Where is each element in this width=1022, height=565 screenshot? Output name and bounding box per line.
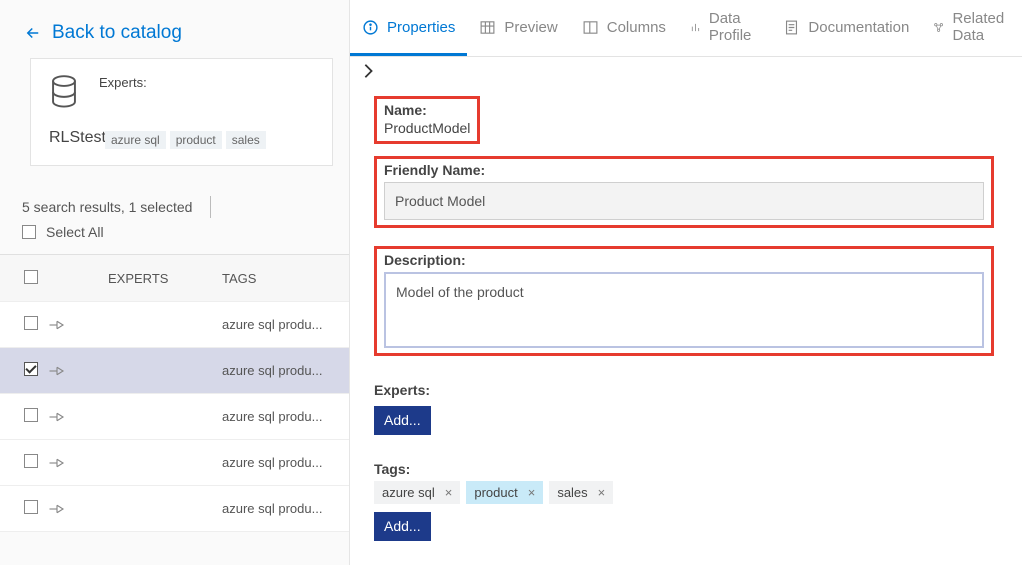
friendly-name-input[interactable]: Product Model <box>384 182 984 220</box>
add-experts-button[interactable]: Add... <box>374 406 431 435</box>
properties-panel: Name: ProductModel Friendly Name: Produc… <box>350 90 1022 565</box>
back-to-catalog-link[interactable]: Back to catalog <box>0 0 349 58</box>
row-checkbox[interactable] <box>24 316 38 330</box>
pin-icon <box>48 364 66 378</box>
experts-label: Experts: <box>374 382 998 398</box>
tab-label: Columns <box>607 19 666 36</box>
tag-text: sales <box>557 485 587 500</box>
table-row[interactable]: azure sql produ... <box>0 486 349 532</box>
card-experts-label: Experts: <box>99 75 147 90</box>
tab-label: Documentation <box>808 19 909 36</box>
tab-columns[interactable]: Columns <box>570 0 678 56</box>
search-meta: 5 search results, 1 selected <box>0 184 349 220</box>
header-checkbox[interactable] <box>24 270 38 284</box>
database-icon <box>49 75 79 109</box>
table-row[interactable]: azure sql produ... <box>0 440 349 486</box>
table-row[interactable]: azure sql produ... <box>0 348 349 394</box>
row-tags: azure sql produ... <box>222 317 349 332</box>
tab-documentation[interactable]: Documentation <box>771 0 921 56</box>
description-input[interactable]: Model of the product <box>384 272 984 348</box>
add-tags-button[interactable]: Add... <box>374 512 431 541</box>
results-table-header: EXPERTS TAGS <box>0 254 349 302</box>
tab-related-data[interactable]: Related Data <box>921 0 1022 56</box>
row-tags: azure sql produ... <box>222 409 349 424</box>
tab-label: Data Profile <box>709 10 760 44</box>
tab-label: Properties <box>387 19 455 36</box>
card-tag[interactable]: sales <box>226 131 266 149</box>
pin-icon <box>48 410 66 424</box>
search-results-text: 5 search results, 1 selected <box>22 199 192 215</box>
tag-text: product <box>474 485 517 500</box>
tab-data-profile[interactable]: Data Profile <box>678 0 771 56</box>
col-tags[interactable]: TAGS <box>222 271 349 286</box>
detail-tabs: Properties Preview Columns Data Profile … <box>350 0 1022 57</box>
collapse-toggle[interactable] <box>350 57 1022 90</box>
right-pane: Properties Preview Columns Data Profile … <box>350 0 1022 565</box>
select-all-checkbox[interactable] <box>22 225 36 239</box>
tag-chip[interactable]: sales × <box>549 481 613 504</box>
name-value: ProductModel <box>384 120 470 136</box>
row-tags: azure sql produ... <box>222 455 349 470</box>
row-checkbox[interactable] <box>24 408 38 422</box>
remove-tag-icon[interactable]: × <box>445 485 453 500</box>
tags-row: azure sql × product × sales × <box>374 481 998 504</box>
tag-text: azure sql <box>382 485 435 500</box>
tab-label: Related Data <box>952 10 1010 44</box>
divider <box>210 196 211 218</box>
tags-label: Tags: <box>374 461 998 477</box>
tab-preview[interactable]: Preview <box>467 0 569 56</box>
table-row[interactable]: azure sql produ... <box>0 302 349 348</box>
row-checkbox[interactable] <box>24 500 38 514</box>
document-icon <box>783 19 800 36</box>
select-all-row: Select All <box>0 220 349 254</box>
grid-icon <box>479 19 496 36</box>
left-pane: Back to catalog Experts: RLStest azure s… <box>0 0 350 565</box>
name-label: Name: <box>384 102 470 118</box>
remove-tag-icon[interactable]: × <box>528 485 536 500</box>
tag-chip[interactable]: product × <box>466 481 543 504</box>
pin-icon <box>48 502 66 516</box>
asset-card: Experts: RLStest azure sql product sales <box>30 58 333 166</box>
col-experts[interactable]: EXPERTS <box>108 271 222 286</box>
description-label: Description: <box>384 252 984 268</box>
info-icon <box>362 19 379 36</box>
select-all-label[interactable]: Select All <box>46 224 104 240</box>
pin-icon <box>48 318 66 332</box>
back-link-text: Back to catalog <box>52 22 182 44</box>
card-tag[interactable]: product <box>170 131 222 149</box>
row-checkbox[interactable] <box>24 454 38 468</box>
related-icon <box>933 19 944 36</box>
bar-chart-icon <box>690 19 701 36</box>
tab-label: Preview <box>504 19 557 36</box>
tab-properties[interactable]: Properties <box>350 0 467 56</box>
friendly-name-label: Friendly Name: <box>384 162 984 178</box>
pin-icon <box>48 456 66 470</box>
row-tags: azure sql produ... <box>222 363 349 378</box>
card-tag[interactable]: azure sql <box>105 131 166 149</box>
columns-icon <box>582 19 599 36</box>
row-tags: azure sql produ... <box>222 501 349 516</box>
row-checkbox[interactable] <box>24 362 38 376</box>
table-row[interactable]: azure sql produ... <box>0 394 349 440</box>
remove-tag-icon[interactable]: × <box>598 485 606 500</box>
tag-chip[interactable]: azure sql × <box>374 481 460 504</box>
chevron-right-icon <box>362 63 374 79</box>
arrow-left-icon <box>24 24 42 42</box>
